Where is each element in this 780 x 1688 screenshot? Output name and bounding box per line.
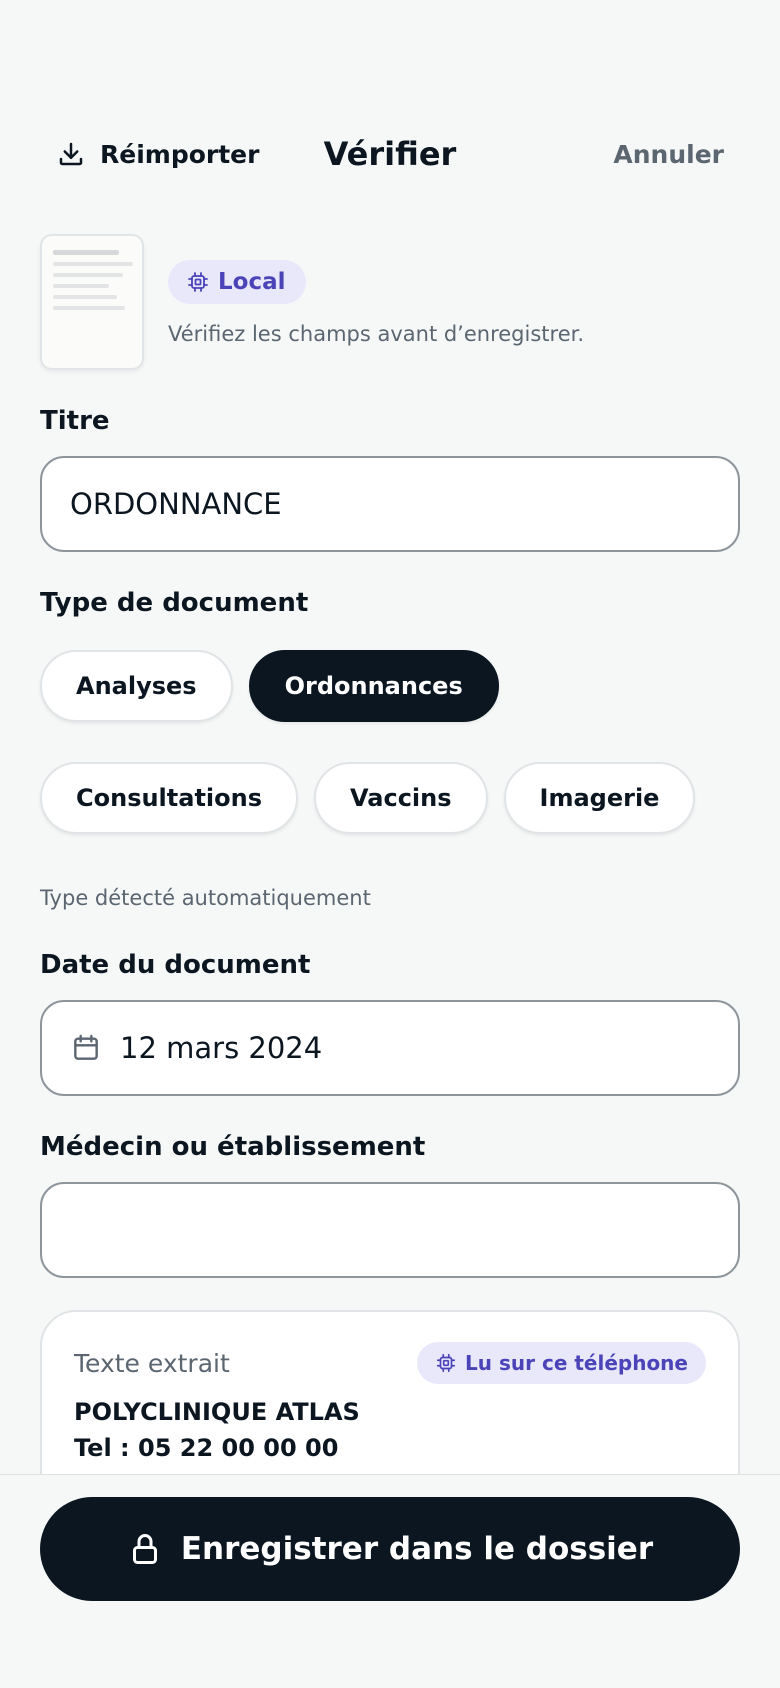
- extracted-line: POLYCLINIQUE ATLAS: [74, 1398, 360, 1426]
- date-value: 12 mars 2024: [120, 1031, 323, 1065]
- chip-vaccins[interactable]: Vaccins: [314, 762, 488, 834]
- document-preview-row: Local Vérifiez les champs avant d’enregi…: [40, 234, 740, 370]
- title-label: Titre: [40, 406, 110, 436]
- save-button[interactable]: Enregistrer dans le dossier: [40, 1497, 740, 1601]
- chip-icon: [436, 1353, 456, 1373]
- lock-icon: [132, 1534, 157, 1564]
- reimport-button[interactable]: Réimporter: [40, 139, 259, 169]
- chip-icon: [188, 272, 208, 292]
- doctor-field[interactable]: [40, 1182, 740, 1278]
- on-device-badge-label: Lu sur ce téléphone: [465, 1351, 688, 1375]
- doc-type-chips: Analyses Ordonnances Consultations Vacci…: [40, 650, 740, 834]
- reimport-label: Réimporter: [100, 139, 260, 169]
- extracted-title: Texte extrait: [74, 1348, 230, 1378]
- date-field[interactable]: 12 mars 2024: [40, 1000, 740, 1096]
- type-detected-hint: Type détecté automatiquement: [40, 886, 371, 910]
- chip-ordonnances[interactable]: Ordonnances: [248, 650, 499, 722]
- extracted-text: POLYCLINIQUE ATLAS Tel : 05 22 00 00 00: [74, 1394, 706, 1466]
- on-device-badge: Lu sur ce téléphone: [417, 1342, 706, 1384]
- chip-consultations[interactable]: Consultations: [40, 762, 299, 834]
- title-field[interactable]: [40, 456, 740, 552]
- doctor-input[interactable]: [70, 1213, 710, 1247]
- extracted-line: Tel : 05 22 00 00 00: [74, 1434, 339, 1462]
- top-bar: Réimporter Vérifier Annuler: [40, 122, 740, 186]
- save-button-label: Enregistrer dans le dossier: [180, 1531, 654, 1567]
- title-input[interactable]: [70, 487, 710, 521]
- local-badge: Local: [168, 260, 306, 304]
- local-badge-label: Local: [218, 269, 286, 295]
- verify-hint: Vérifiez les champs avant d’enregistrer.: [168, 322, 584, 346]
- cancel-button[interactable]: Annuler: [613, 140, 740, 169]
- calendar-icon: [74, 1034, 98, 1060]
- chip-analyses[interactable]: Analyses: [40, 650, 233, 722]
- bottom-bar: Enregistrer dans le dossier: [0, 1474, 780, 1688]
- document-info: Local Vérifiez les champs avant d’enregi…: [168, 234, 584, 370]
- chip-imagerie[interactable]: Imagerie: [503, 762, 696, 834]
- date-label: Date du document: [40, 950, 311, 980]
- doc-type-label: Type de document: [40, 588, 309, 618]
- doctor-label: Médecin ou établissement: [40, 1132, 426, 1162]
- download-icon: [59, 142, 83, 166]
- document-thumbnail[interactable]: [40, 234, 144, 370]
